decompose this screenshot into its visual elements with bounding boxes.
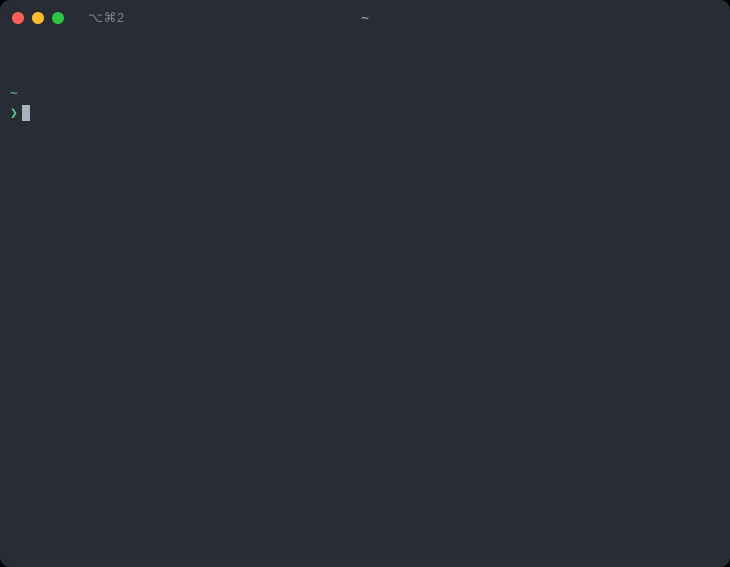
window-title: ~	[361, 11, 369, 26]
traffic-lights	[12, 12, 64, 24]
cwd-path: ~	[10, 84, 18, 104]
shortcut-label: ⌥⌘2	[88, 10, 125, 26]
terminal-window: ⌥⌘2 ~ ~ ❯	[0, 0, 730, 567]
prompt-symbol: ❯	[10, 104, 18, 124]
cwd-line: ~	[10, 84, 720, 104]
spacer	[10, 44, 720, 84]
title-bar: ⌥⌘2 ~	[0, 0, 730, 36]
terminal-body[interactable]: ~ ❯	[0, 36, 730, 567]
close-button[interactable]	[12, 12, 24, 24]
cursor	[22, 105, 30, 121]
prompt-line[interactable]: ❯	[10, 104, 720, 124]
minimize-button[interactable]	[32, 12, 44, 24]
zoom-button[interactable]	[52, 12, 64, 24]
